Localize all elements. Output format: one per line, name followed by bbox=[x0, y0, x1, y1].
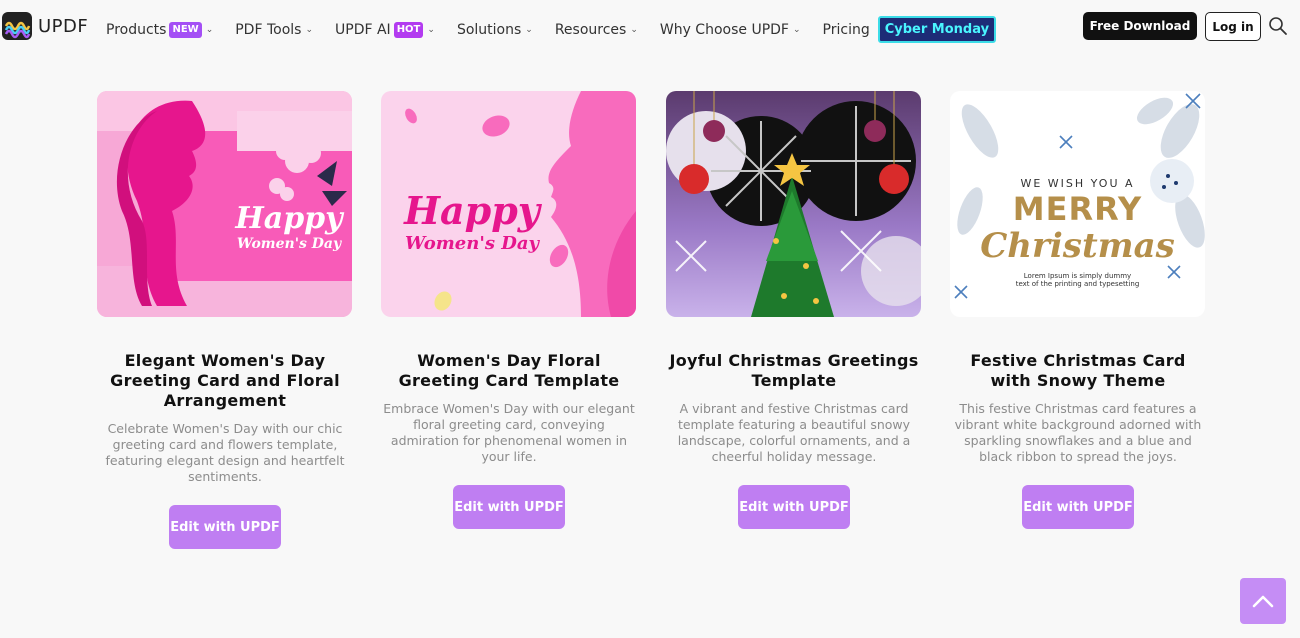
chevron-down-icon: ⌄ bbox=[525, 24, 533, 35]
card-image-text: Happy Women's Day bbox=[229, 203, 349, 253]
card-description: Celebrate Women's Day with our chic gree… bbox=[105, 421, 345, 484]
template-thumbnail[interactable]: Happy Women's Day bbox=[381, 91, 636, 317]
logo[interactable]: UPDF bbox=[2, 12, 88, 40]
card-image-text: Happy Women's Day bbox=[387, 191, 557, 257]
image-caption: Lorem Ipsum is simply dummy bbox=[1023, 272, 1132, 280]
card-title: Joyful Christmas Greetings Template bbox=[669, 351, 919, 390]
chevron-down-icon: ⌄ bbox=[205, 24, 214, 35]
image-subheading: Women's Day bbox=[405, 233, 539, 254]
menu-item-label: Resources bbox=[554, 21, 627, 38]
edit-with-updf-button[interactable]: Edit with UPDF bbox=[738, 485, 850, 529]
image-script: Christmas bbox=[980, 226, 1175, 266]
chevron-up-icon bbox=[1252, 595, 1274, 608]
image-caption: text of the printing and typesetting bbox=[1015, 280, 1140, 288]
menu-item-label: Solutions bbox=[456, 21, 522, 38]
edit-with-updf-button[interactable]: Edit with UPDF bbox=[169, 505, 281, 549]
back-to-top-button[interactable] bbox=[1240, 578, 1286, 624]
edit-with-updf-button[interactable]: Edit with UPDF bbox=[453, 485, 565, 529]
chevron-down-icon: ⌄ bbox=[630, 24, 638, 35]
menu-item-why-choose[interactable]: Why Choose UPDF ⌄ bbox=[660, 22, 801, 38]
logo-text: UPDF bbox=[38, 15, 89, 37]
menu-item-label: Why Choose UPDF bbox=[659, 21, 789, 38]
chevron-down-icon: ⌄ bbox=[305, 24, 313, 35]
template-grid: Happy Women's Day Elegant Women's Day Gr… bbox=[97, 91, 1206, 549]
login-button[interactable]: Log in bbox=[1205, 12, 1261, 41]
menu-item-pricing[interactable]: Pricing bbox=[823, 22, 870, 38]
hot-badge: HOT bbox=[393, 21, 424, 38]
chevron-down-icon: ⌄ bbox=[792, 24, 801, 35]
menu-item-label: PDF Tools bbox=[235, 21, 302, 38]
menu-item-solutions[interactable]: Solutions ⌄ bbox=[457, 22, 533, 38]
card-description: A vibrant and festive Christmas card tem… bbox=[677, 401, 911, 464]
template-thumbnail[interactable] bbox=[666, 91, 921, 317]
menu-item-label: Products bbox=[106, 21, 167, 38]
card-image-text: WE WISH YOU A MERRY Christmas Lorem Ipsu… bbox=[950, 177, 1205, 288]
top-nav: UPDF Products NEW ⌄ PDF Tools ⌄ UPDF AI … bbox=[0, 0, 1300, 54]
image-heading: Happy bbox=[235, 201, 343, 236]
new-badge: NEW bbox=[169, 21, 202, 38]
search-icon[interactable] bbox=[1268, 16, 1288, 36]
menu-item-updf-ai[interactable]: UPDF AI HOT ⌄ bbox=[335, 21, 435, 38]
chevron-down-icon: ⌄ bbox=[427, 24, 435, 35]
image-subheading: Women's Day bbox=[236, 236, 342, 252]
menu-item-products[interactable]: Products NEW ⌄ bbox=[106, 21, 214, 38]
card-description: Embrace Women's Day with our elegant flo… bbox=[383, 401, 635, 464]
template-thumbnail[interactable]: WE WISH YOU A MERRY Christmas Lorem Ipsu… bbox=[950, 91, 1205, 317]
edit-with-updf-button[interactable]: Edit with UPDF bbox=[1022, 485, 1134, 529]
template-card: WE WISH YOU A MERRY Christmas Lorem Ipsu… bbox=[950, 91, 1206, 529]
menu-item-label: UPDF AI bbox=[335, 21, 391, 38]
card-title: Women's Day Floral Greeting Card Templat… bbox=[398, 351, 620, 390]
cyber-monday-promo[interactable]: Cyber Monday bbox=[877, 16, 997, 43]
menu-item-resources[interactable]: Resources ⌄ bbox=[555, 22, 638, 38]
card-title: Festive Christmas Card with Snowy Theme bbox=[970, 351, 1186, 390]
template-card: Happy Women's Day Women's Day Floral Gre… bbox=[381, 91, 637, 529]
card-description: This festive Christmas card features a v… bbox=[954, 401, 1202, 464]
template-card: Happy Women's Day Elegant Women's Day Gr… bbox=[97, 91, 353, 549]
template-thumbnail[interactable]: Happy Women's Day bbox=[97, 91, 352, 317]
menu-item-label: Pricing bbox=[822, 21, 870, 38]
menu-item-pdf-tools[interactable]: PDF Tools ⌄ bbox=[235, 22, 313, 38]
image-heading: Happy bbox=[404, 188, 540, 233]
main-menu: Products NEW ⌄ PDF Tools ⌄ UPDF AI HOT ⌄… bbox=[106, 16, 997, 43]
card-title: Elegant Women's Day Greeting Card and Fl… bbox=[110, 351, 340, 410]
image-heading: WE WISH YOU A bbox=[1020, 177, 1135, 190]
template-card: Joyful Christmas Greetings Template A vi… bbox=[666, 91, 922, 529]
image-title: MERRY bbox=[1012, 190, 1143, 228]
free-download-button[interactable]: Free Download bbox=[1083, 12, 1197, 40]
updf-logo-icon bbox=[2, 12, 32, 40]
